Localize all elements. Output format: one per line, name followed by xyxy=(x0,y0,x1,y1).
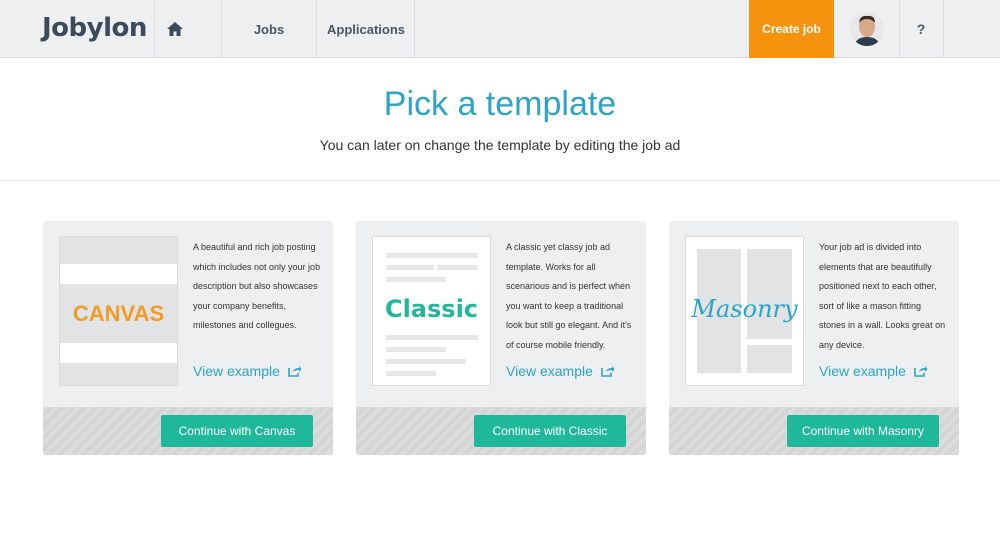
view-example-link[interactable]: View example xyxy=(506,363,615,379)
home-icon xyxy=(167,22,183,36)
avatar xyxy=(849,12,884,46)
preview-block xyxy=(747,345,792,373)
logo[interactable]: Jobylon xyxy=(42,13,147,43)
continue-masonry-button[interactable]: Continue with Masonry xyxy=(787,415,939,447)
card-footer: Continue with Masonry xyxy=(669,407,959,455)
template-card-classic: Classic A classic yet classy job ad temp… xyxy=(356,221,646,455)
preview-band xyxy=(60,343,177,363)
template-card-masonry: Masonry Your job ad is divided into elem… xyxy=(669,221,959,455)
preview-line xyxy=(386,359,466,364)
nav-applications-link[interactable]: Applications xyxy=(317,0,415,58)
top-nav: Jobylon Jobs Applications Create job ? xyxy=(0,0,1000,58)
template-description: A beautiful and rich job posting which i… xyxy=(193,242,321,330)
preview-line xyxy=(437,265,478,270)
external-link-icon xyxy=(288,366,302,377)
template-preview-masonry[interactable]: Masonry xyxy=(685,236,804,386)
card-footer: Continue with Canvas xyxy=(43,407,333,455)
nav-jobs-link[interactable]: Jobs xyxy=(221,0,317,58)
external-link-icon xyxy=(601,366,615,377)
preview-block xyxy=(747,249,792,339)
page-header: Pick a template You can later on change … xyxy=(0,59,1000,181)
continue-canvas-button[interactable]: Continue with Canvas xyxy=(161,415,313,447)
template-card-canvas: CANVAS A beautiful and rich job posting … xyxy=(43,221,333,455)
preview-line xyxy=(386,265,434,270)
template-preview-canvas[interactable]: CANVAS xyxy=(59,236,178,386)
nav-divider xyxy=(414,0,415,58)
preview-label: Classic xyxy=(384,295,479,323)
create-job-button[interactable]: Create job xyxy=(749,0,834,58)
home-button[interactable] xyxy=(154,0,196,58)
preview-line xyxy=(386,335,478,340)
preview-line xyxy=(386,277,446,282)
continue-classic-button[interactable]: Continue with Classic xyxy=(474,415,626,447)
view-example-label: View example xyxy=(193,363,280,379)
card-footer: Continue with Classic xyxy=(356,407,646,455)
template-description: Your job ad is divided into elements tha… xyxy=(819,242,946,350)
page-title: Pick a template xyxy=(383,85,617,123)
preview-band xyxy=(60,264,177,284)
preview-line xyxy=(386,371,436,376)
template-description: A classic yet classy job ad template. Wo… xyxy=(506,242,632,350)
preview-line xyxy=(386,253,478,258)
view-example-link[interactable]: View example xyxy=(193,363,302,379)
template-preview-classic[interactable]: Classic xyxy=(372,236,491,386)
preview-label: Masonry xyxy=(691,295,798,323)
page-subtitle: You can later on change the template by … xyxy=(319,137,681,153)
view-example-link[interactable]: View example xyxy=(819,363,928,379)
preview-line xyxy=(386,347,446,352)
help-button[interactable]: ? xyxy=(899,0,943,58)
view-example-label: View example xyxy=(819,363,906,379)
external-link-icon xyxy=(914,366,928,377)
view-example-label: View example xyxy=(506,363,593,379)
preview-label: CANVAS xyxy=(72,301,165,326)
user-menu[interactable] xyxy=(834,0,899,58)
nav-divider xyxy=(943,0,944,58)
